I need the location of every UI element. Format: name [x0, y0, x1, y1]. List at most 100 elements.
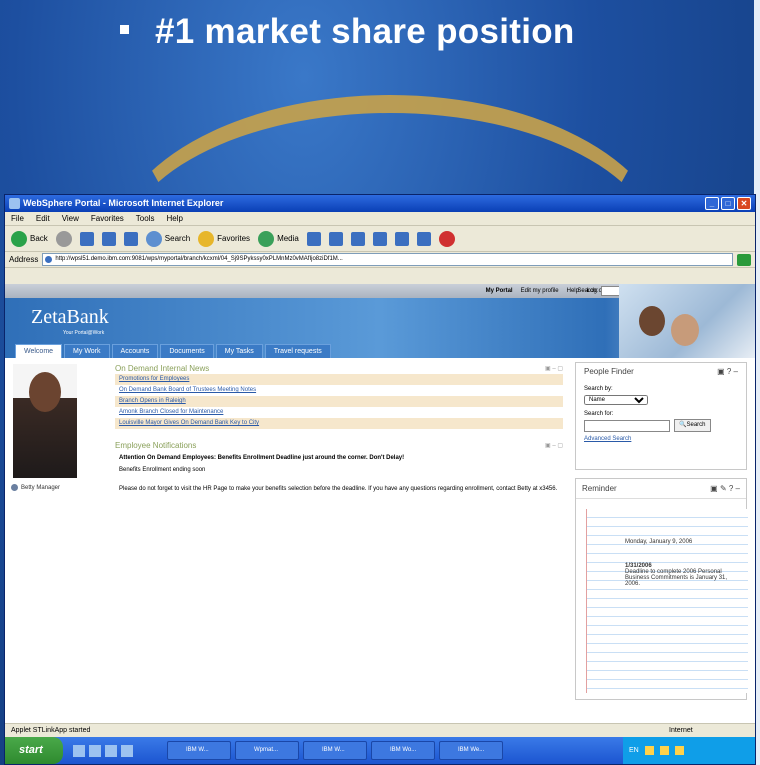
taskbar-item[interactable]: IBM W... [303, 741, 367, 760]
search-for-input[interactable] [584, 419, 670, 432]
search-label: Search [164, 234, 191, 243]
news-title: On Demand Internal News [115, 363, 210, 373]
reminder-portlet: Reminder ▣ ✎ ? – Monday, January 9, 2006 … [575, 478, 748, 700]
person-icon [11, 484, 18, 491]
tab-my-work[interactable]: My Work [64, 344, 110, 358]
go-button[interactable] [737, 253, 751, 266]
security-zone: Internet [669, 727, 693, 734]
taskbar-item[interactable]: IBM Wo... [371, 741, 435, 760]
people-search-button[interactable]: 🔍Search [674, 419, 711, 432]
right-portlets: People Finder ▣ ? – Search by: Name Searc… [575, 362, 748, 700]
user-panel: Betty Manager [11, 364, 111, 491]
star-icon [198, 230, 215, 247]
menu-file[interactable]: File [11, 212, 24, 225]
status-bar: Applet STLinkApp started Internet [5, 723, 755, 737]
news-item[interactable]: Promotions for Employees [115, 374, 563, 385]
tray-icon[interactable] [659, 746, 669, 755]
my-portal-link[interactable]: My Portal [486, 288, 513, 294]
tab-accounts[interactable]: Accounts [111, 344, 159, 358]
people-search-button-label: Search [686, 422, 706, 428]
news-item[interactable]: Branch Opens in Raleigh [115, 396, 563, 407]
taskbar-item[interactable]: IBM We... [439, 741, 503, 760]
logo-tagline: Your Portal@Work [63, 330, 105, 336]
media-label: Media [277, 234, 299, 243]
address-field[interactable]: http://wpsl51.demo.ibm.com:9081/wps/mypo… [42, 253, 733, 266]
favorites-button[interactable]: Favorites [198, 230, 251, 247]
ie-icon [9, 198, 20, 209]
banner-photo [619, 284, 755, 358]
refresh-icon[interactable] [101, 231, 116, 246]
media-icon [258, 230, 275, 247]
portal-tabs: Welcome My Work Accounts Documents My Ta… [15, 344, 331, 358]
quick-launch-icon[interactable] [105, 744, 117, 757]
menu-edit[interactable]: Edit [36, 212, 50, 225]
reminder-item: 1/31/2006 Deadline to complete 2006 Pers… [625, 563, 734, 587]
user-name[interactable]: Betty Manager [11, 484, 111, 491]
tab-travel-requests[interactable]: Travel requests [264, 344, 331, 358]
reminder-note: Monday, January 9, 2006 1/31/2006 Deadli… [586, 509, 748, 693]
media-button[interactable]: Media [258, 230, 299, 247]
menu-help[interactable]: Help [166, 212, 182, 225]
close-button[interactable]: ✕ [737, 197, 751, 210]
menu-view[interactable]: View [62, 212, 79, 225]
taskbar-item[interactable]: Wpmat... [235, 741, 299, 760]
mail-icon[interactable] [328, 231, 343, 246]
home-icon[interactable] [123, 231, 138, 246]
reminder-date: Monday, January 9, 2006 [625, 539, 693, 545]
maximize-button[interactable]: □ [721, 197, 735, 210]
system-tray: EN [623, 737, 755, 764]
standard-toolbar: Back Search Favorites Media [5, 226, 755, 252]
quick-launch-icon[interactable] [73, 744, 85, 757]
reminder-title: Reminder [582, 484, 617, 493]
quick-launch-icon[interactable] [89, 744, 101, 757]
taskbar-item[interactable]: IBM W... [167, 741, 231, 760]
portlet-controls-icon[interactable]: ▣ – ▢ [545, 365, 563, 372]
portal-page: My Portal Edit my profile Help Log out S… [5, 284, 755, 724]
menu-favorites[interactable]: Favorites [91, 212, 124, 225]
forward-button[interactable] [55, 230, 72, 247]
quick-launch-icon[interactable] [121, 744, 133, 757]
back-arrow-icon [11, 230, 27, 247]
language-indicator[interactable]: EN [629, 747, 639, 754]
notifications-title: Employee Notifications [115, 440, 197, 450]
title-bar: WebSphere Portal - Microsoft Internet Ex… [5, 195, 755, 212]
taskbar-buttons: IBM W... Wpmat... IBM W... IBM Wo... IBM… [167, 741, 503, 760]
tab-my-tasks[interactable]: My Tasks [215, 344, 263, 358]
news-item[interactable]: On Demand Bank Board of Trustees Meeting… [115, 385, 563, 396]
portlet-controls-icon[interactable]: ▣ ✎ ? – [710, 484, 740, 493]
start-button[interactable]: start [5, 737, 63, 764]
edit-icon[interactable] [372, 231, 387, 246]
notification-headline: Attention On Demand Employees: Benefits … [119, 455, 405, 461]
edit-profile-link[interactable]: Edit my profile [521, 288, 559, 294]
tray-icon[interactable] [674, 746, 684, 755]
back-button[interactable]: Back [11, 230, 48, 247]
menu-tools[interactable]: Tools [136, 212, 155, 225]
minimize-button[interactable]: _ [705, 197, 719, 210]
portlet-controls-icon[interactable]: ▣ – ▢ [545, 442, 563, 449]
user-photo [13, 364, 77, 478]
portal-banner: ZetaBank Your Portal@Work Welcome My Wor… [5, 284, 755, 358]
folder-icon[interactable] [394, 231, 409, 246]
search-by-select[interactable]: Name [584, 395, 648, 405]
stop-sign-icon[interactable] [438, 230, 455, 247]
notifications-portlet-header: Employee Notifications ▣ – ▢ [115, 439, 563, 451]
print-icon[interactable] [350, 231, 365, 246]
portal-search-label: Search: [577, 288, 598, 294]
portlet-controls-icon[interactable]: ▣ ? – [717, 367, 738, 376]
stop-icon[interactable] [79, 231, 94, 246]
tab-welcome[interactable]: Welcome [15, 344, 63, 358]
search-button[interactable]: Search [145, 230, 191, 247]
news-item[interactable]: Louisville Mayor Gives On Demand Bank Ke… [115, 418, 563, 429]
menu-bar: File Edit View Favorites Tools Help [5, 212, 755, 226]
tray-icon[interactable] [644, 746, 654, 755]
notification-paragraph: Please do not forget to visit the HR Pag… [119, 486, 558, 492]
messenger-icon[interactable] [416, 231, 431, 246]
zetabank-logo: ZetaBank [31, 306, 109, 328]
news-item[interactable]: Amonk Branch Closed for Maintenance [115, 407, 563, 418]
address-bar: Address http://wpsl51.demo.ibm.com:9081/… [5, 252, 755, 268]
history-icon[interactable] [306, 231, 321, 246]
advanced-search-link[interactable]: Advanced Search [584, 436, 738, 442]
tab-documents[interactable]: Documents [160, 344, 214, 358]
favorites-label: Favorites [217, 234, 251, 243]
notification-line: Benefits Enrollment ending soon [119, 467, 206, 473]
